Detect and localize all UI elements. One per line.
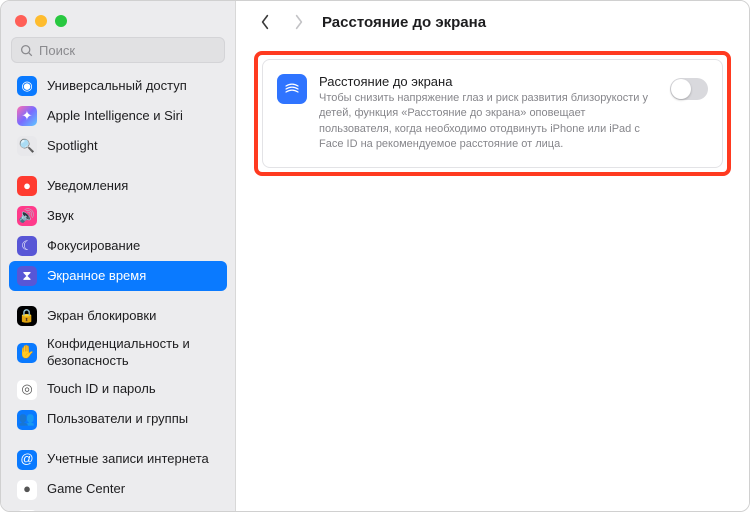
sidebar-item-label: Универсальный доступ — [47, 78, 219, 95]
search-input[interactable] — [39, 43, 216, 58]
cloud-icon: ☁︎ — [17, 510, 37, 511]
zoom-button[interactable] — [55, 15, 67, 27]
sidebar-item-label: Конфиденциальность и безопасность — [47, 336, 219, 370]
moon-icon: ☾ — [17, 236, 37, 256]
highlighted-region: Расстояние до экрана Чтобы снизить напря… — [254, 51, 731, 176]
settings-window: ◉ Универсальный доступ ✦ Apple Intelligence… — [0, 0, 750, 512]
card-description: Чтобы снизить напряжение глаз и риск раз… — [319, 91, 658, 153]
sidebar-item[interactable]: ● Уведомления — [9, 171, 227, 201]
sidebar: ◉ Универсальный доступ ✦ Apple Intelligence… — [1, 1, 236, 511]
sidebar-item-label: Spotlight — [47, 138, 219, 155]
main-panel: Расстояние до экрана Расстояние до экран… — [236, 1, 749, 511]
hourglass-icon: ⧗ — [17, 266, 37, 286]
card-title: Расстояние до экрана — [319, 74, 658, 89]
sidebar-spacer — [9, 161, 227, 171]
sidebar-item[interactable]: ✦ Apple Intelligence и Siri — [9, 101, 227, 131]
sidebar-item-label: Уведомления — [47, 178, 219, 195]
sparkle-icon: ✦ — [17, 106, 37, 126]
sidebar-item-label: Apple Intelligence и Siri — [47, 108, 219, 125]
sidebar-item-label: Учетные записи интернета — [47, 451, 219, 468]
content-area: Расстояние до экрана Чтобы снизить напря… — [236, 41, 749, 186]
sidebar-item[interactable]: 🔍 Spotlight — [9, 131, 227, 161]
users-icon: 👥 — [17, 410, 37, 430]
window-controls — [1, 1, 235, 37]
sidebar-item-label: Touch ID и пароль — [47, 381, 219, 398]
sidebar-item[interactable]: ✋ Конфиденциальность и безопасность — [9, 331, 227, 375]
card-body: Расстояние до экрана Чтобы снизить напря… — [319, 74, 658, 153]
bell-icon: ● — [17, 176, 37, 196]
toolbar: Расстояние до экрана — [236, 1, 749, 41]
page-title: Расстояние до экрана — [322, 14, 486, 31]
sidebar-item-label: Game Center — [47, 481, 219, 498]
screen-distance-card: Расстояние до экрана Чтобы снизить напря… — [262, 59, 723, 168]
speaker-icon: 🔊 — [17, 206, 37, 226]
close-button[interactable] — [15, 15, 27, 27]
fingerprint-icon: ◎ — [17, 380, 37, 400]
sidebar-item[interactable]: ◉ Универсальный доступ — [9, 71, 227, 101]
at-icon: @ — [17, 450, 37, 470]
sidebar-spacer — [9, 435, 227, 445]
toggle-knob — [671, 79, 691, 99]
sidebar-item[interactable]: @ Учетные записи интернета — [9, 445, 227, 475]
back-button[interactable] — [254, 11, 276, 33]
sidebar-item[interactable]: ⧗ Экранное время — [9, 261, 227, 291]
sidebar-item[interactable]: ◎ Touch ID и пароль — [9, 375, 227, 405]
screen-distance-toggle[interactable] — [670, 78, 708, 100]
minimize-button[interactable] — [35, 15, 47, 27]
sidebar-item[interactable]: 🔊 Звук — [9, 201, 227, 231]
sidebar-spacer — [9, 291, 227, 301]
sidebar-item-label: Пользователи и группы — [47, 411, 219, 428]
sidebar-item-label: Звук — [47, 208, 219, 225]
gamecenter-icon: ● — [17, 480, 37, 500]
search-row — [1, 37, 235, 71]
sidebar-item-label: Экран блокировки — [47, 308, 219, 325]
sidebar-item[interactable]: 👥 Пользователи и группы — [9, 405, 227, 435]
sidebar-item[interactable]: 🔒 Экран блокировки — [9, 301, 227, 331]
hand-icon: ✋ — [17, 343, 37, 363]
search-field-wrap[interactable] — [11, 37, 225, 63]
sidebar-item[interactable]: ☁︎iCloud — [9, 505, 227, 511]
sidebar-item[interactable]: ☾ Фокусирование — [9, 231, 227, 261]
sidebar-item-label: Экранное время — [47, 268, 219, 285]
person-circle-icon: ◉ — [17, 76, 37, 96]
sidebar-item[interactable]: ● Game Center — [9, 475, 227, 505]
screen-distance-icon — [277, 74, 307, 104]
sidebar-list[interactable]: ◉ Универсальный доступ ✦ Apple Intelligence… — [1, 71, 235, 511]
magnify-icon: 🔍 — [17, 136, 37, 156]
lock-icon: 🔒 — [17, 306, 37, 326]
sidebar-item-label: Фокусирование — [47, 238, 219, 255]
search-icon — [20, 43, 33, 57]
forward-button[interactable] — [288, 11, 310, 33]
